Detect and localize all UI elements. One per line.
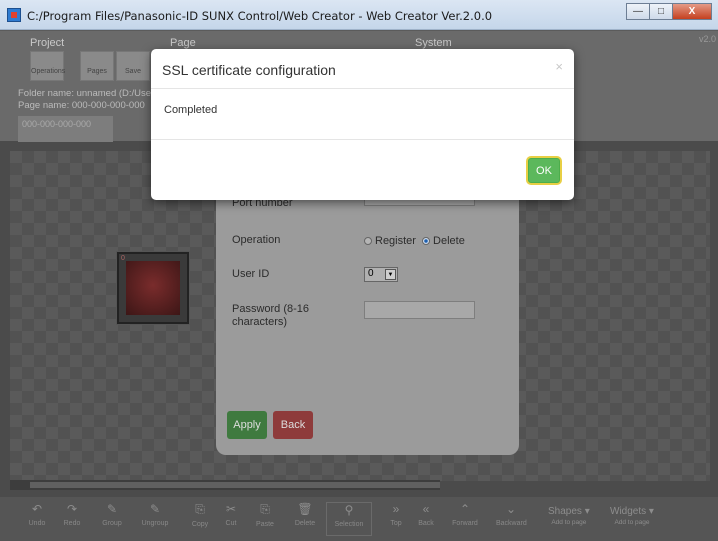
back-order-button[interactable]: « Back [411, 502, 441, 536]
password-label-line1: Password (8-16 [232, 303, 310, 315]
delete-icon: 🗑 [297, 502, 313, 516]
register-radio[interactable] [364, 237, 372, 245]
delete-radio[interactable] [422, 237, 431, 245]
selection-label: Selection [334, 521, 364, 528]
operations-label: Operations [31, 68, 66, 75]
page-tab[interactable]: 000-000-000-000 [18, 116, 113, 142]
password-label-line2: characters) [232, 316, 288, 328]
undo-icon: ↶ [31, 502, 43, 516]
version-label: v2.0 [698, 34, 716, 44]
group-icon: ✎ [106, 502, 118, 516]
window-controls: — □ X [626, 3, 712, 20]
ok-button[interactable]: OK [528, 158, 560, 183]
undo-label: Undo [28, 520, 46, 527]
delete-button[interactable]: 🗑 Delete [290, 502, 320, 536]
ungroup-label: Ungroup [141, 520, 169, 527]
back-order-icon: « [422, 502, 430, 516]
forward-icon: ⌃ [459, 502, 471, 516]
ribbon-group-project: Project [30, 37, 65, 49]
back-button[interactable]: Back [273, 411, 313, 439]
chevron-down-icon: ▼ [385, 269, 396, 280]
widgets-label: Widgets [610, 506, 647, 517]
ribbon-group-system: System [415, 37, 452, 49]
register-label: Register [375, 235, 416, 247]
user-id-select[interactable]: 0 ▼ [364, 267, 398, 282]
group-label: Group [102, 520, 122, 527]
shapes-sub: Add to page [551, 519, 587, 526]
paste-icon: ⎘ [260, 502, 270, 516]
copy-label: Copy [191, 521, 209, 528]
close-icon[interactable]: × [555, 59, 563, 74]
save-label: Save [125, 68, 141, 75]
ribbon-group-page: Page [170, 37, 196, 49]
canvas-scrollbar[interactable] [10, 480, 440, 490]
undo-button[interactable]: ↶ Undo [22, 502, 52, 536]
backward-button[interactable]: ⌄ Backward [496, 502, 527, 536]
back-order-label: Back [418, 520, 434, 527]
selection-button[interactable]: ⚲ Selection [326, 502, 372, 536]
folder-name: Folder name: unnamed (D:/User [18, 88, 155, 99]
dialog-header: SSL certificate configuration × [151, 49, 574, 89]
save-button[interactable]: Save [116, 51, 150, 81]
copy-icon: ⎘ [195, 502, 205, 516]
page-name: Page name: 000-000-000-000 [18, 100, 145, 111]
delete-label: Delete [433, 235, 465, 247]
backward-label: Backward [496, 520, 527, 527]
top-label: Top [390, 520, 402, 527]
group-button[interactable]: ✎ Group [97, 502, 127, 536]
close-window-button[interactable]: X [672, 3, 712, 20]
lamp-widget[interactable]: 0 [117, 252, 189, 324]
scrollbar-thumb[interactable] [30, 482, 440, 488]
ungroup-icon: ✎ [149, 502, 161, 516]
maximize-button[interactable]: □ [649, 3, 673, 20]
pages-button[interactable]: Pages [80, 51, 114, 81]
paste-button[interactable]: ⎘ Paste [250, 502, 280, 536]
cut-button[interactable]: ✂ Cut [216, 502, 246, 536]
bottom-toolbar: ↶ Undo ↷ Redo ✎ Group ✎ Ungroup ⎘ Copy ✂ Cut ⎘… [0, 497, 718, 541]
widgets-sub: Add to page [614, 519, 650, 526]
ssl-config-dialog: SSL certificate configuration × Complete… [151, 49, 574, 200]
window-title: C:/Program Files/Panasonic-ID SUNX Contr… [27, 9, 493, 23]
ungroup-button[interactable]: ✎ Ungroup [140, 502, 170, 536]
redo-icon: ↷ [66, 502, 78, 516]
cut-label: Cut [225, 520, 237, 527]
cut-icon: ✂ [225, 502, 237, 516]
operation-label: Operation [232, 234, 281, 246]
operation-radio-group: Register Delete [364, 235, 465, 247]
apply-button[interactable]: Apply [227, 411, 267, 439]
redo-button[interactable]: ↷ Redo [57, 502, 87, 536]
operations-button[interactable]: Operations [30, 51, 66, 81]
user-id-value: 0 [368, 268, 374, 279]
dialog-body: Completed [151, 89, 574, 140]
dialog-title: SSL certificate configuration [162, 62, 336, 78]
lamp-face [126, 261, 180, 315]
user-id-label: User ID [232, 268, 270, 280]
dialog-message: Completed [164, 104, 218, 116]
forward-button[interactable]: ⌃ Forward [450, 502, 480, 536]
shapes-label: Shapes [548, 506, 582, 517]
window-titlebar: C:/Program Files/Panasonic-ID SUNX Contr… [0, 0, 718, 30]
password-input[interactable] [364, 301, 475, 319]
widget-badge: 0 [121, 255, 125, 262]
paste-label: Paste [256, 521, 274, 528]
app-icon [7, 8, 21, 22]
redo-label: Redo [63, 520, 81, 527]
forward-label: Forward [452, 520, 478, 527]
backward-icon: ⌄ [505, 502, 517, 516]
shapes-menu[interactable]: Shapes ▾ Add to page [548, 506, 590, 526]
delete-label: Delete [294, 520, 316, 527]
top-icon: » [392, 502, 400, 516]
selection-icon: ⚲ [344, 503, 354, 517]
pages-label: Pages [87, 68, 107, 75]
top-button[interactable]: » Top [381, 502, 411, 536]
minimize-button[interactable]: — [626, 3, 650, 20]
copy-button[interactable]: ⎘ Copy [185, 502, 215, 536]
widgets-menu[interactable]: Widgets ▾ Add to page [610, 506, 654, 526]
